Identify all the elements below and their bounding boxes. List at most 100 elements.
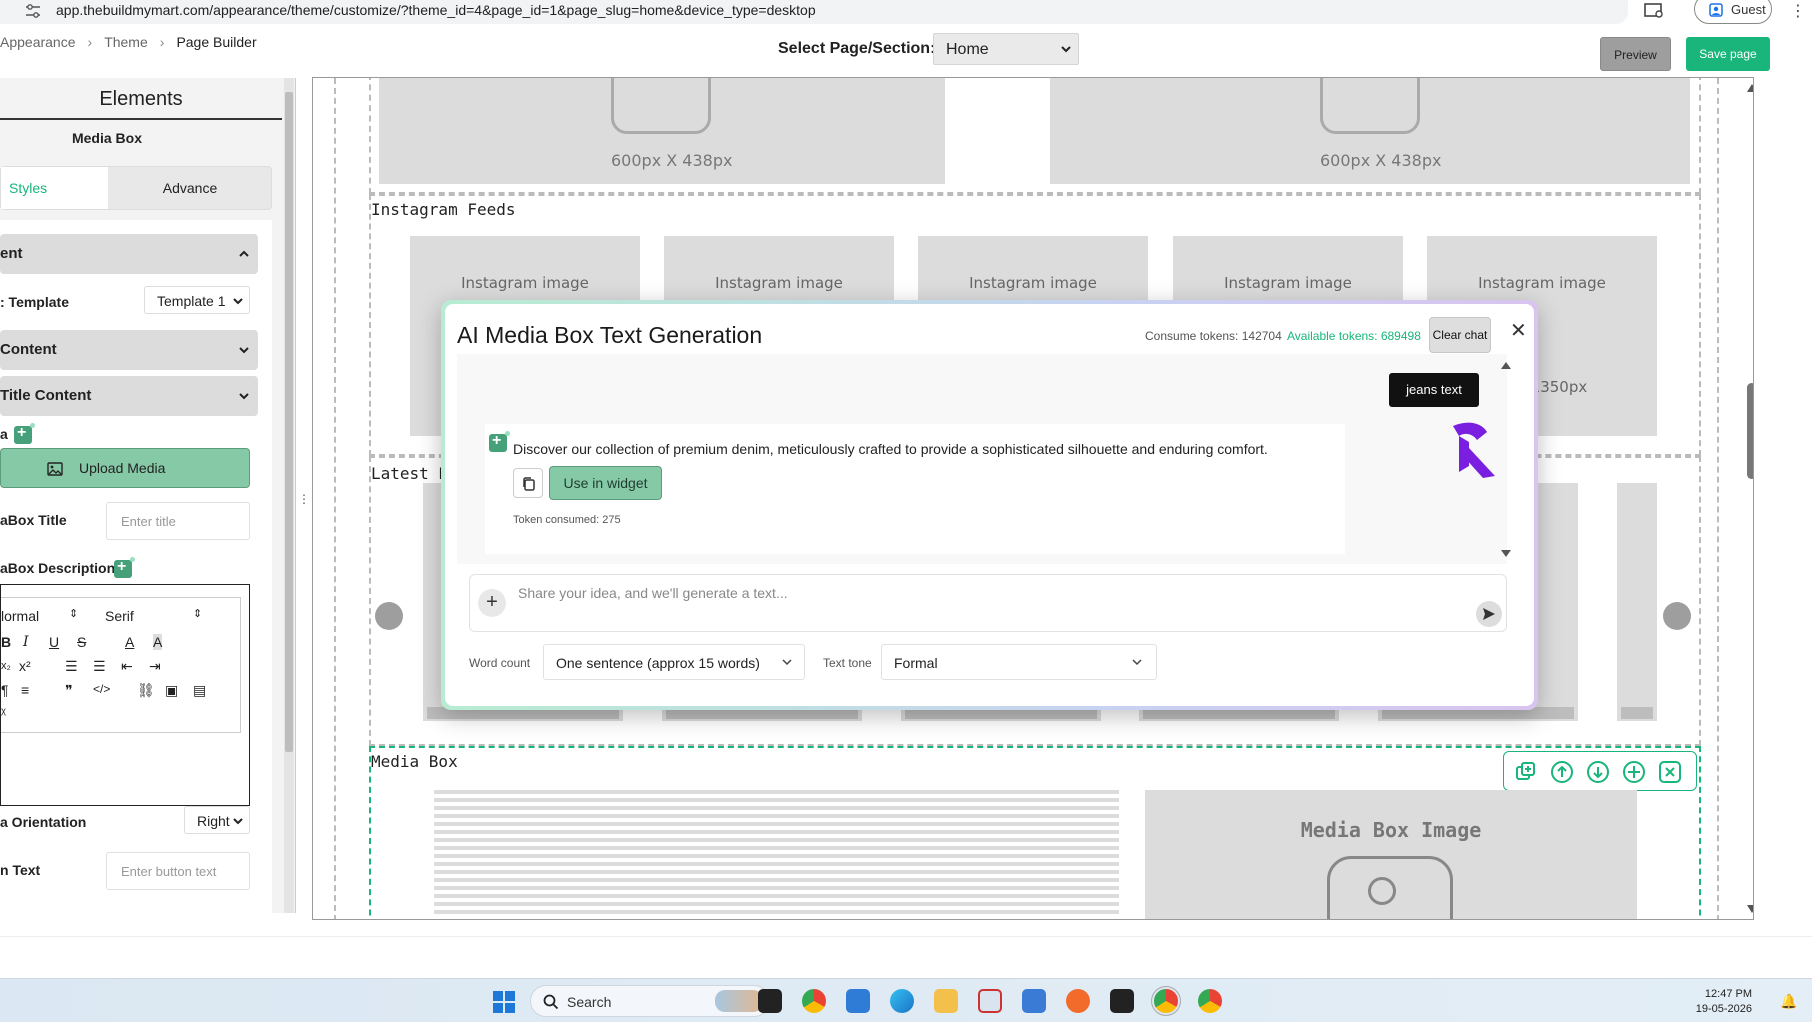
button-text-label: n Text (0, 862, 41, 878)
upload-media-button[interactable]: Upload Media (0, 448, 250, 488)
canvas-scroll-down-icon[interactable] (1747, 905, 1753, 913)
subscript-icon[interactable]: x₂ (1, 660, 11, 672)
button-text-input[interactable]: Enter button text (106, 852, 250, 890)
vscode-icon[interactable] (846, 989, 870, 1013)
cast-icon[interactable] (1643, 1, 1665, 21)
accordion-content[interactable]: Content (0, 330, 258, 370)
outdent-icon[interactable]: ⇤ (121, 658, 133, 675)
prompt-input[interactable]: + Share your idea, and we'll generate a … (469, 574, 1507, 632)
accordion-title-content[interactable]: Title Content (0, 376, 258, 416)
mediabox-title-input[interactable]: Enter title (106, 502, 250, 540)
notepad-icon[interactable] (1022, 989, 1046, 1013)
notification-icon[interactable]: 🔔 (1780, 993, 1797, 1010)
profile-button[interactable]: Guest (1694, 0, 1772, 24)
clear-format-icon[interactable]: ᵡ (1, 704, 6, 720)
move-down-icon[interactable] (1586, 760, 1610, 784)
start-button[interactable] (493, 991, 515, 1013)
accordion-content-header[interactable]: ent (0, 234, 258, 274)
chat-scroll-down-icon[interactable] (1501, 550, 1511, 557)
browser-menu-icon[interactable]: ⋮ (1790, 1, 1806, 21)
bullet-list-icon[interactable]: ☰ (93, 658, 106, 675)
media-box-text-placeholder[interactable] (434, 790, 1119, 918)
insert-image-icon[interactable]: ▣ (165, 682, 178, 699)
media-box-image[interactable]: Media Box Image (1145, 790, 1637, 919)
browser-address-bar: app.thebuildmymart.com/appearance/theme/… (0, 0, 1812, 26)
link-icon[interactable]: ⛓ (137, 682, 155, 699)
breadcrumb-theme[interactable]: Theme (104, 34, 148, 50)
panel-scrollbar-thumb[interactable] (285, 92, 293, 752)
breadcrumb-appearance[interactable]: Appearance (0, 34, 76, 50)
close-icon[interactable]: ✕ (1510, 318, 1527, 343)
chrome-profile-icon[interactable] (1198, 989, 1222, 1013)
chat-scroll-up-icon[interactable] (1501, 362, 1511, 369)
canvas-scrollbar-thumb[interactable] (1747, 383, 1753, 479)
italic-icon[interactable]: I (23, 634, 29, 650)
ai-generate-icon[interactable] (114, 557, 135, 578)
task-view-icon[interactable] (758, 989, 782, 1013)
taskbar-clock[interactable]: 12:47 PM 19-05-2026 (1690, 987, 1752, 1017)
insert-video-icon[interactable]: ▤ (193, 682, 206, 699)
carousel-next-button[interactable] (1663, 602, 1691, 630)
tab-styles[interactable]: Styles (1, 167, 108, 209)
send-icon (1483, 608, 1495, 620)
snipping-tool-icon[interactable] (978, 989, 1002, 1013)
page-select[interactable]: Home (933, 33, 1079, 65)
carousel-prev-button[interactable] (375, 602, 403, 630)
clear-chat-button[interactable]: Clear chat (1429, 317, 1491, 353)
chrome-active-icon[interactable] (1154, 989, 1178, 1013)
accordion-label: Content (0, 341, 57, 358)
chrome-icon[interactable] (802, 989, 826, 1013)
font-select[interactable]: Serif (105, 608, 134, 624)
terminal-icon[interactable] (1110, 989, 1134, 1013)
text-tone-select[interactable]: Formal (881, 644, 1157, 680)
button-text-placeholder: Enter button text (121, 864, 217, 879)
token-consumed: Token consumed: 275 (513, 514, 621, 526)
drag-move-icon[interactable] (1622, 760, 1646, 784)
move-up-icon[interactable] (1550, 760, 1574, 784)
orientation-select[interactable]: Right (184, 806, 250, 834)
blockquote-icon[interactable]: ❞ (65, 682, 73, 699)
description-editor[interactable]: lormal ⇕ Serif ⇕ B I U S A A x₂ x² ☰ ☰ ⇤… (0, 584, 250, 806)
url-field[interactable]: app.thebuildmymart.com/appearance/theme/… (0, 0, 1628, 24)
edge-icon[interactable] (890, 989, 914, 1013)
align-icon[interactable]: ≡ (21, 682, 29, 698)
code-icon[interactable]: </> (93, 682, 110, 696)
save-page-button[interactable]: Save page (1686, 37, 1770, 71)
bold-icon[interactable]: B (1, 634, 11, 650)
format-select[interactable]: lormal (1, 608, 39, 624)
image-placeholder[interactable]: 600px X 438px (1050, 78, 1690, 184)
strikethrough-icon[interactable]: S (77, 634, 86, 650)
direction-icon[interactable]: ¶ (1, 682, 9, 698)
image-size-text: 600px X 438px (611, 151, 733, 170)
preview-button[interactable]: Preview (1600, 37, 1671, 71)
copy-button[interactable] (513, 468, 543, 498)
site-settings-icon[interactable] (24, 3, 42, 19)
postman-icon[interactable] (1066, 989, 1090, 1013)
add-attachment-button[interactable]: + (478, 589, 506, 617)
tab-advance[interactable]: Advance (108, 167, 272, 209)
windows-taskbar: Search 12:47 PM 19-05-2026 🔔 (0, 978, 1812, 1022)
ordered-list-icon[interactable]: ☰ (65, 658, 78, 675)
template-select[interactable]: Template 1 (144, 286, 250, 314)
ai-generate-icon[interactable] (14, 423, 35, 444)
accordion-label: Title Content (0, 387, 92, 404)
taskbar-search-label: Search (567, 994, 612, 1010)
underline-icon[interactable]: U (49, 634, 59, 650)
highlight-icon[interactable]: A (153, 634, 163, 650)
duplicate-icon[interactable] (1514, 760, 1538, 784)
product-card[interactable] (1617, 483, 1657, 721)
editor-toolbar: lormal ⇕ Serif ⇕ B I U S A A x₂ x² ☰ ☰ ⇤… (1, 597, 241, 733)
canvas-scroll-up-icon[interactable] (1747, 84, 1753, 92)
use-in-widget-button[interactable]: Use in widget (549, 466, 662, 500)
image-placeholder[interactable]: 600px X 438px (379, 78, 945, 184)
resize-handle-icon[interactable]: ⋮ (298, 492, 310, 506)
file-explorer-icon[interactable] (934, 989, 958, 1013)
delete-section-icon[interactable] (1658, 760, 1682, 784)
available-tokens: Available tokens: 689498 (1287, 329, 1421, 343)
send-button[interactable] (1476, 601, 1502, 627)
superscript-icon[interactable]: x² (19, 658, 31, 674)
indent-icon[interactable]: ⇥ (149, 658, 161, 675)
taskbar-search[interactable]: Search (530, 985, 770, 1017)
word-count-select[interactable]: One sentence (approx 15 words) (543, 644, 805, 680)
text-color-icon[interactable]: A (125, 634, 134, 650)
